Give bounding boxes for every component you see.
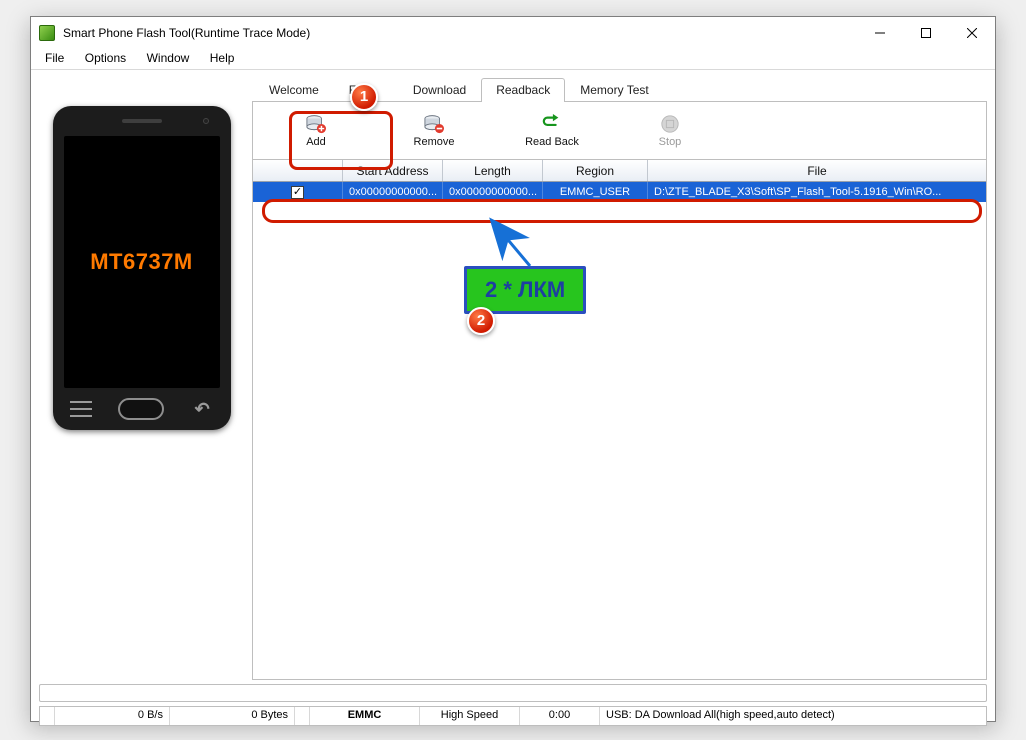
tab-readback[interactable]: Readback [481, 78, 565, 102]
annotation-arrow [0, 0, 1026, 740]
